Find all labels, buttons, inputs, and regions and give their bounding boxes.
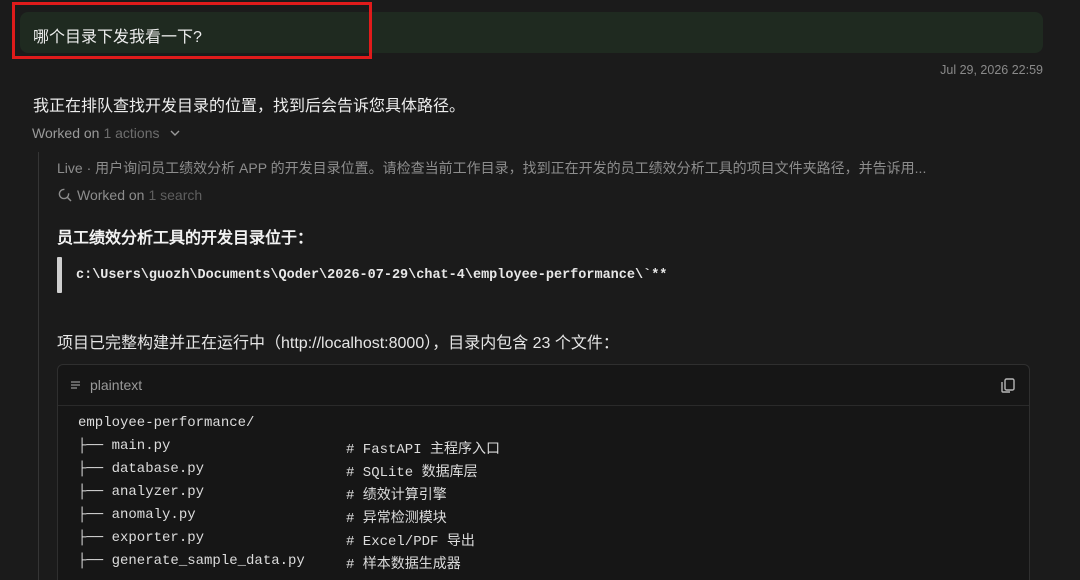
message-timestamp: Jul 29, 2026 22:59 (940, 63, 1043, 77)
code-line-comment: # FastAPI 主程序入口 (346, 442, 501, 458)
worked-on-search-toggle[interactable]: Worked on 1 search (57, 187, 202, 203)
code-line: ├── exporter.py # Excel/PDF 导出 (78, 530, 475, 553)
code-line: ├── database.py # SQLite 数据库层 (78, 461, 478, 484)
worked-search-label: Worked on (77, 187, 145, 203)
copy-icon[interactable] (999, 376, 1017, 394)
code-language: plaintext (70, 377, 142, 393)
code-line: employee-performance/ (78, 415, 305, 438)
worked-search-count: 1 search (148, 187, 203, 203)
thread-line (38, 152, 39, 580)
lines-icon (71, 381, 80, 389)
code-line-comment: # SQLite 数据库层 (346, 465, 478, 481)
chat-page: 哪个目录下发我看一下? Jul 29, 2026 22:59 我正在排队查找开发… (0, 0, 1080, 580)
code-line: ├── analyzer.py # 绩效计算引擎 (78, 484, 447, 507)
code-block-header: plaintext (58, 365, 1029, 406)
code-line: ├── generate_sample_data.py # 样本数据生成器 (78, 553, 461, 576)
code-line-path: ├── database.py (78, 461, 205, 477)
code-line: ├── anomaly.py # 异常检测模块 (78, 507, 447, 530)
code-line: ├── main.py # FastAPI 主程序入口 (78, 438, 500, 461)
blockquote-bar (57, 257, 62, 293)
code-line-comment: # 异常检测模块 (346, 511, 447, 527)
directory-path: c:\Users\guozh\Documents\Qoder\2026-07-2… (76, 268, 668, 283)
live-status-line: Live · 用户询问员工绩效分析 APP 的开发目录位置。请检查当前工作目录，… (57, 160, 927, 176)
code-line-path: ├── main.py (78, 438, 171, 454)
code-line-path: employee-performance/ (78, 415, 255, 431)
highlight-box (12, 2, 372, 59)
worked-on-toggle[interactable]: Worked on 1 actions (32, 125, 180, 141)
chevron-down-icon (170, 130, 179, 136)
path-blockquote: c:\Users\guozh\Documents\Qoder\2026-07-2… (57, 257, 977, 293)
code-line-path: ├── analyzer.py (78, 484, 205, 500)
code-line-comment: # Excel/PDF 导出 (346, 534, 475, 550)
code-line-comment: # 样本数据生成器 (346, 557, 461, 573)
code-line-path: ├── exporter.py (78, 530, 205, 546)
answer-heading: 员工绩效分析工具的开发目录位于： (57, 230, 314, 247)
code-line-comment: # 绩效计算引擎 (346, 488, 447, 504)
code-language-label: plaintext (90, 377, 143, 393)
project-description: 项目已完整构建并正在运行中（http://localhost:8000），目录内… (57, 335, 619, 352)
code-block: plaintext employee-performance/ ├── main… (57, 364, 1030, 580)
worked-on-count: 1 actions (103, 125, 160, 141)
assistant-reply: 我正在排队查找开发目录的位置，找到后会告诉您具体路径。 (33, 98, 466, 115)
code-line-path: ├── generate_sample_data.py (78, 553, 305, 569)
code-lines: employee-performance/ ├── main.py # FastA… (78, 415, 500, 576)
search-icon (58, 188, 72, 202)
worked-on-label: Worked on (32, 125, 100, 141)
code-line-path: ├── anomaly.py (78, 507, 196, 523)
